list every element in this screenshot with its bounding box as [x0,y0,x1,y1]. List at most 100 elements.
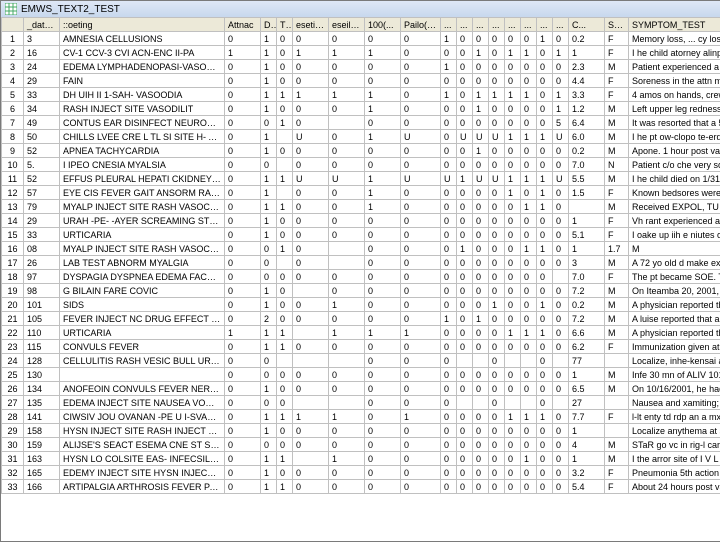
col-header[interactable]: ::oeting [60,18,225,32]
cell[interactable]: 0 [365,368,401,382]
cell[interactable]: 0 [553,312,569,326]
cell[interactable]: 0 [553,214,569,228]
cell[interactable] [457,354,473,368]
cell[interactable]: 7.2 [569,284,605,298]
cell[interactable]: 0 [521,256,537,270]
cell[interactable]: 7.2 [569,312,605,326]
cell[interactable]: 1 [521,200,537,214]
cell[interactable]: 0 [489,368,505,382]
cell[interactable]: 1 [365,102,401,116]
cell[interactable]: 0 [537,214,553,228]
cell[interactable]: U [401,172,441,186]
table-row[interactable]: 1608MYALP INJECT SITE RASH VASOCF AT0010… [2,242,720,256]
cell[interactable]: 0 [441,368,457,382]
cell[interactable]: 0 [537,354,553,368]
cell[interactable]: 1 [537,326,553,340]
cell[interactable]: 134 [24,382,60,396]
cell[interactable]: 1 [457,242,473,256]
cell[interactable]: 57 [24,186,60,200]
cell[interactable]: 0 [293,102,329,116]
cell[interactable]: 0 [277,284,293,298]
cell[interactable]: 1 [277,340,293,354]
cell[interactable]: 0 [329,214,365,228]
cell[interactable]: 1 [473,144,489,158]
cell[interactable]: 0 [553,74,569,88]
cell[interactable]: 1 [261,102,277,116]
cell[interactable] [277,186,293,200]
table-row[interactable]: 29158HYSN INJECT SITE RASH INJECT SITE01… [2,424,720,438]
cell[interactable]: 0 [401,200,441,214]
cell[interactable]: 1 [261,298,277,312]
cell[interactable]: 0 [553,256,569,270]
cell[interactable]: ANOFEOIN CONVULS FEVER NERVOUS... [60,382,225,396]
cell[interactable]: ALIJSE'S SEACT ESEMA CNE ST SU E-... [60,438,225,452]
cell[interactable]: 0 [505,74,521,88]
col-header[interactable]: SYMPTOM_TEST [629,18,720,32]
table-row[interactable]: 324EDEMA LYMPHADENOPASI-VASODILIT0100000… [2,60,720,74]
cell[interactable]: 0 [401,424,441,438]
cell[interactable]: 105 [24,312,60,326]
cell[interactable]: 1 [473,102,489,116]
cell[interactable]: 1 [365,326,401,340]
cell[interactable]: M [605,382,629,396]
cell[interactable]: 0 [441,270,457,284]
cell[interactable]: 0 [277,74,293,88]
cell[interactable]: 1 [505,186,521,200]
cell[interactable]: Apone. 1 hour post vac this pt noset... [629,144,720,158]
col-header[interactable]: esetisA [293,18,329,32]
cell[interactable]: 0 [401,102,441,116]
cell[interactable]: 0 [441,46,457,60]
cell[interactable]: I IPEO CNESIA MYALSIA [60,158,225,172]
table-row[interactable]: 33166ARTIPALGIA ARTHROSIS FEVER PAIN...0… [2,480,720,494]
cell[interactable]: EDEMA LYMPHADENOPASI-VASODILIT [60,60,225,74]
cell[interactable]: 0 [225,214,261,228]
cell[interactable]: F [605,74,629,88]
cell[interactable]: 0 [401,46,441,60]
cell[interactable]: A luise reported that a 13 month old... [629,312,720,326]
cell[interactable]: M [605,60,629,74]
cell[interactable]: 0 [365,452,401,466]
cell[interactable]: 0 [537,340,553,354]
cell[interactable]: APNEA TACHYCARDIA [60,144,225,158]
cell[interactable]: Memory loss, ... cy loss, Mutters at U..… [629,32,720,46]
cell[interactable]: 0 [489,46,505,60]
cell[interactable]: Left upper leg redness, hardness to pa..… [629,102,720,116]
cell[interactable]: 0 [225,438,261,452]
cell[interactable]: 0 [521,340,537,354]
cell[interactable] [605,424,629,438]
cell[interactable]: 0 [277,368,293,382]
cell[interactable] [329,116,365,130]
cell[interactable]: 0 [489,452,505,466]
cell[interactable]: M [629,242,720,256]
cell[interactable]: 0 [505,158,521,172]
cell[interactable]: 0 [521,144,537,158]
cell[interactable]: 0 [473,284,489,298]
col-header[interactable]: 100(... [365,18,401,32]
cell[interactable]: 0 [521,214,537,228]
cell[interactable]: 7.0 [569,158,605,172]
cell[interactable]: 0 [553,284,569,298]
cell[interactable]: 0 [457,158,473,172]
cell[interactable]: 1 [261,480,277,494]
cell[interactable]: 0 [329,284,365,298]
cell[interactable]: 0 [401,116,441,130]
cell[interactable]: 0 [537,228,553,242]
table-row[interactable]: 251300000000000000001MInfe 30 mn of ALIV… [2,368,720,382]
cell[interactable]: 0 [537,466,553,480]
cell[interactable]: 0 [505,60,521,74]
cell[interactable]: Infe 30 mn of ALIV 101 SITE CsJi Ih... [629,368,720,382]
cell[interactable]: U [329,172,365,186]
cell[interactable]: 0 [329,102,365,116]
cell[interactable]: 1.2 [569,102,605,116]
cell[interactable]: M [605,130,629,144]
table-row[interactable]: 26134ANOFEOIN CONVULS FEVER NERVOUS...01… [2,382,720,396]
table-row[interactable]: 24128CELLULITIS RASH VESIC BULL URTICA..… [2,354,720,368]
cell[interactable]: 0 [521,382,537,396]
cell[interactable]: N [605,158,629,172]
cell[interactable]: 0 [365,74,401,88]
cell[interactable]: 0 [521,284,537,298]
cell[interactable]: 98 [24,284,60,298]
cell[interactable]: 1 [473,88,489,102]
cell[interactable]: 0 [401,340,441,354]
cell[interactable]: 1 [521,326,537,340]
